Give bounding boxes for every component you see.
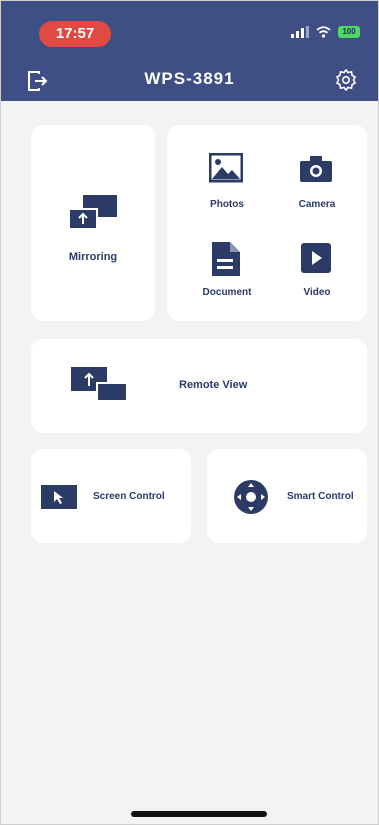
smart-control-button[interactable]: Smart Control [207, 449, 367, 543]
camera-button[interactable]: Camera [277, 153, 357, 213]
app-window: 17:57 100 WPS-3891 Mirroring Photos Came… [0, 0, 379, 825]
video-icon [301, 243, 331, 273]
document-label: Document [202, 287, 252, 298]
document-button[interactable]: Document [187, 241, 267, 305]
screen-control-button[interactable]: Screen Control [31, 449, 191, 543]
battery-icon: 100 [338, 26, 360, 38]
camera-label: Camera [298, 199, 336, 210]
status-bar: 17:57 100 [1, 1, 378, 47]
camera-icon [300, 156, 332, 182]
mirroring-icon [69, 195, 117, 230]
mirroring-button[interactable]: Mirroring [31, 125, 155, 321]
photos-button[interactable]: Photos [187, 153, 267, 213]
photos-label: Photos [210, 199, 244, 210]
video-label: Video [303, 287, 331, 298]
page-title: WPS-3891 [144, 69, 235, 88]
remote-view-label: Remote View [179, 379, 248, 391]
video-button[interactable]: Video [277, 241, 357, 305]
status-icons: 100 [291, 26, 360, 38]
remote-view-icon [71, 367, 128, 402]
screen-control-icon [41, 485, 77, 509]
signal-icon [291, 26, 309, 38]
screen-control-label: Screen Control [93, 491, 165, 502]
remote-view-button[interactable]: Remote View [31, 339, 367, 433]
header: 17:57 100 WPS-3891 [1, 1, 378, 101]
status-time: 17:57 [39, 21, 111, 47]
document-icon [212, 242, 240, 276]
smart-control-icon [234, 480, 268, 514]
media-panel: Photos Camera Document Video [167, 125, 367, 321]
wifi-icon [316, 26, 331, 38]
settings-icon[interactable] [334, 68, 358, 92]
home-indicator [131, 811, 267, 817]
photos-icon [209, 153, 243, 183]
mirroring-label: Mirroring [68, 251, 118, 263]
nav-bar: WPS-3891 [1, 57, 378, 101]
smart-control-label: Smart Control [287, 491, 354, 502]
